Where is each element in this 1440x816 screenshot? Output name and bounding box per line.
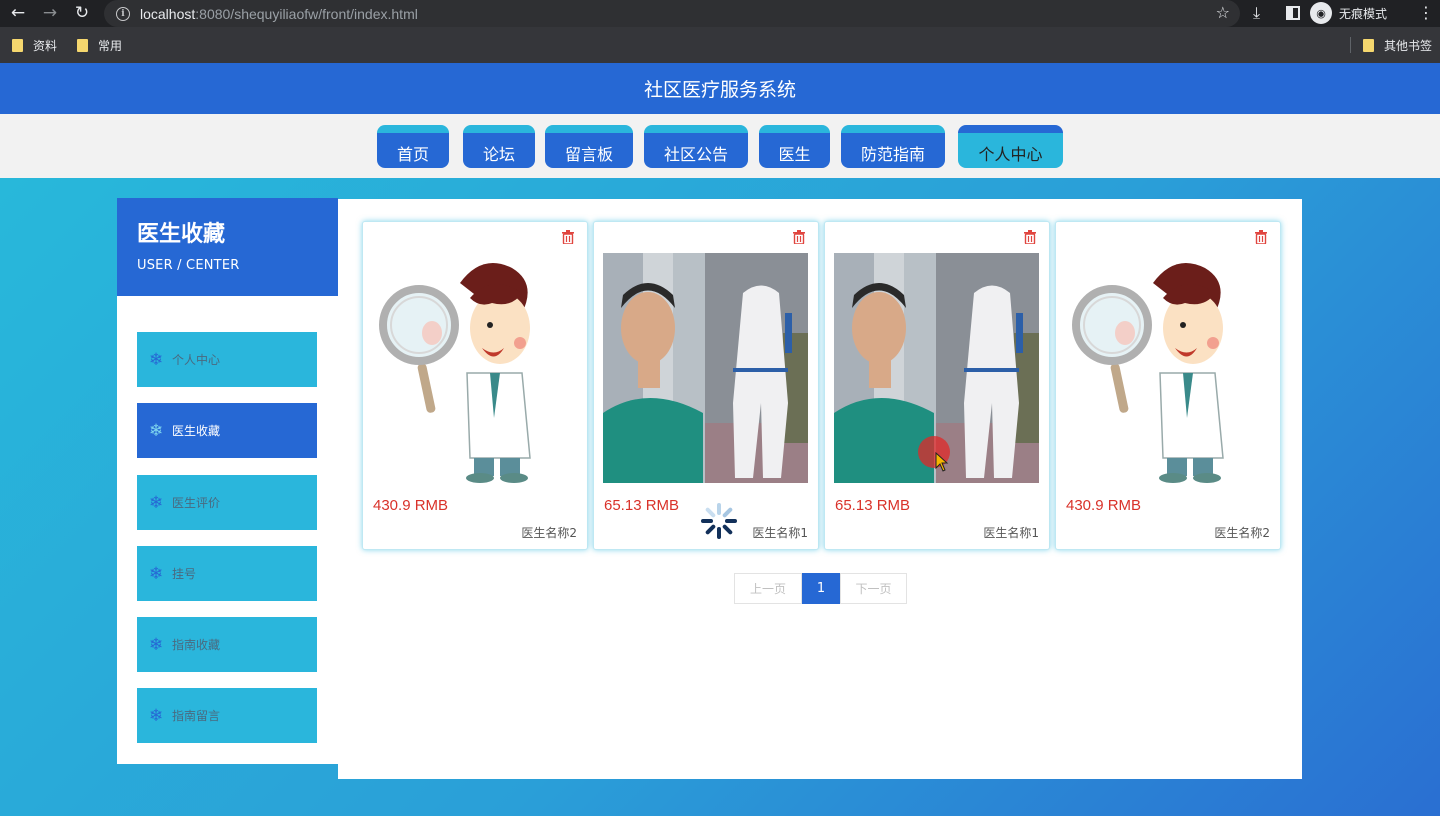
forward-arrow-icon[interactable]: → (40, 3, 60, 23)
pagination: 上一页 1 下一页 (734, 573, 907, 604)
price-label: 430.9 RMB (373, 497, 449, 514)
browser-toolbar: ← → ↻ i localhost:8080/shequyiliaofw/fro… (0, 0, 1440, 27)
sidebar: 医生收藏 USER / CENTER ❄ 个人中心 ❄ 医生收藏 ❄ 医生评价 … (117, 198, 338, 764)
doctor-card[interactable]: 430.9 RMB 医生名称2 (1055, 221, 1281, 550)
bookmark-label: 常用 (98, 39, 123, 53)
doctor-photo-image[interactable] (603, 253, 808, 483)
snowflake-icon: ❄ (149, 492, 164, 513)
page-number-current[interactable]: 1 (802, 573, 840, 604)
cartoon-doctor-image[interactable] (1065, 253, 1270, 483)
incognito-badge[interactable]: ◉ 无痕模式 (1310, 1, 1387, 25)
snowflake-icon: ❄ (149, 349, 164, 370)
trash-icon[interactable] (1024, 230, 1036, 244)
price-label: 65.13 RMB (835, 497, 911, 514)
sidebar-item-registration[interactable]: ❄ 挂号 (137, 546, 317, 601)
incognito-icon: ◉ (1310, 2, 1332, 24)
bookmark-label: 资料 (33, 39, 58, 53)
doctor-name: 医生名称2 (1214, 526, 1270, 540)
prev-page-button[interactable]: 上一页 (734, 573, 802, 604)
sidebar-item-label: 医生评价 (172, 496, 221, 510)
bookmarks-bar: 资料 常用 其他书签 (0, 27, 1440, 63)
folder-icon (77, 39, 88, 52)
more-menu-icon[interactable]: ⋮ (1418, 3, 1434, 22)
url-host: localhost (140, 5, 196, 22)
sidebar-item-personal-center[interactable]: ❄ 个人中心 (137, 332, 317, 387)
url-path: :8080/shequyiliaofw/front/index.html (195, 5, 418, 22)
bookmark-star-icon[interactable]: ☆ (1216, 3, 1230, 22)
info-icon[interactable]: i (116, 6, 130, 21)
main-nav: 首页 论坛 留言板 社区公告 医生 防范指南 个人中心 (0, 114, 1440, 178)
bookmark-folder-ziliao[interactable]: 资料 (12, 37, 57, 54)
page-title: 社区医疗服务系统 (643, 79, 796, 101)
folder-icon (1363, 39, 1374, 52)
loading-spinner-icon (701, 503, 737, 539)
trash-icon[interactable] (793, 230, 805, 244)
bookmark-label: 其他书签 (1384, 39, 1433, 53)
sidebar-item-guide-favorites[interactable]: ❄ 指南收藏 (137, 617, 317, 672)
doctor-name: 医生名称1 (983, 526, 1039, 540)
reload-icon[interactable]: ↻ (72, 3, 92, 23)
price-label: 430.9 RMB (1066, 497, 1142, 514)
folder-icon (12, 39, 23, 52)
download-icon[interactable]: ⤓ (1253, 3, 1271, 23)
sidebar-subtitle: USER / CENTER (137, 258, 240, 273)
address-bar[interactable]: i localhost:8080/shequyiliaofw/front/ind… (104, 0, 1240, 27)
mouse-cursor-icon (935, 452, 949, 472)
nav-item-message-board[interactable]: 留言板 (545, 125, 633, 168)
app-header: 社区医疗服务系统 (0, 63, 1440, 114)
bookmark-folder-changyong[interactable]: 常用 (77, 37, 122, 54)
sidebar-item-label: 挂号 (172, 567, 197, 581)
back-arrow-icon[interactable]: ← (8, 3, 28, 23)
favorites-panel: 430.9 RMB 医生名称2 65.13 RMB 医生名称1 65.13 RM… (338, 199, 1302, 779)
url-text[interactable]: localhost:8080/shequyiliaofw/front/index… (140, 6, 418, 22)
trash-icon[interactable] (1255, 230, 1267, 244)
next-page-button[interactable]: 下一页 (840, 573, 907, 604)
snowflake-icon: ❄ (149, 563, 164, 584)
doctor-card[interactable]: 65.13 RMB 医生名称1 (824, 221, 1050, 550)
trash-icon[interactable] (562, 230, 574, 244)
incognito-label: 无痕模式 (1339, 6, 1388, 21)
nav-item-prevention-guide[interactable]: 防范指南 (841, 125, 945, 168)
snowflake-icon: ❄ (149, 705, 164, 726)
sidebar-item-label: 医生收藏 (172, 424, 221, 438)
sidebar-item-label: 个人中心 (172, 353, 221, 367)
doctor-name: 医生名称2 (521, 526, 577, 540)
nav-item-doctors[interactable]: 医生 (759, 125, 830, 168)
sidebar-title: 医生收藏 (137, 222, 226, 247)
doctor-name: 医生名称1 (752, 526, 808, 540)
snowflake-icon: ❄ (149, 420, 164, 441)
price-label: 65.13 RMB (604, 497, 680, 514)
nav-item-home[interactable]: 首页 (377, 125, 449, 168)
doctor-card[interactable]: 65.13 RMB 医生名称1 (593, 221, 819, 550)
sidebar-item-label: 指南收藏 (172, 638, 221, 652)
nav-item-announcements[interactable]: 社区公告 (644, 125, 748, 168)
snowflake-icon: ❄ (149, 634, 164, 655)
bookmark-folder-other[interactable]: 其他书签 (1363, 37, 1432, 54)
sidebar-item-label: 指南留言 (172, 709, 221, 723)
nav-item-forum[interactable]: 论坛 (463, 125, 535, 168)
doctor-card[interactable]: 430.9 RMB 医生名称2 (362, 221, 588, 550)
sidebar-item-doctor-favorites[interactable]: ❄ 医生收藏 (137, 403, 317, 458)
side-panel-icon[interactable] (1286, 6, 1300, 20)
sidebar-header: 医生收藏 USER / CENTER (117, 198, 338, 296)
sidebar-item-guide-comments[interactable]: ❄ 指南留言 (137, 688, 317, 743)
cartoon-doctor-image[interactable] (372, 253, 577, 483)
nav-item-personal-center[interactable]: 个人中心 (958, 125, 1063, 168)
bookmark-separator (1350, 37, 1351, 53)
sidebar-item-doctor-reviews[interactable]: ❄ 医生评价 (137, 475, 317, 530)
